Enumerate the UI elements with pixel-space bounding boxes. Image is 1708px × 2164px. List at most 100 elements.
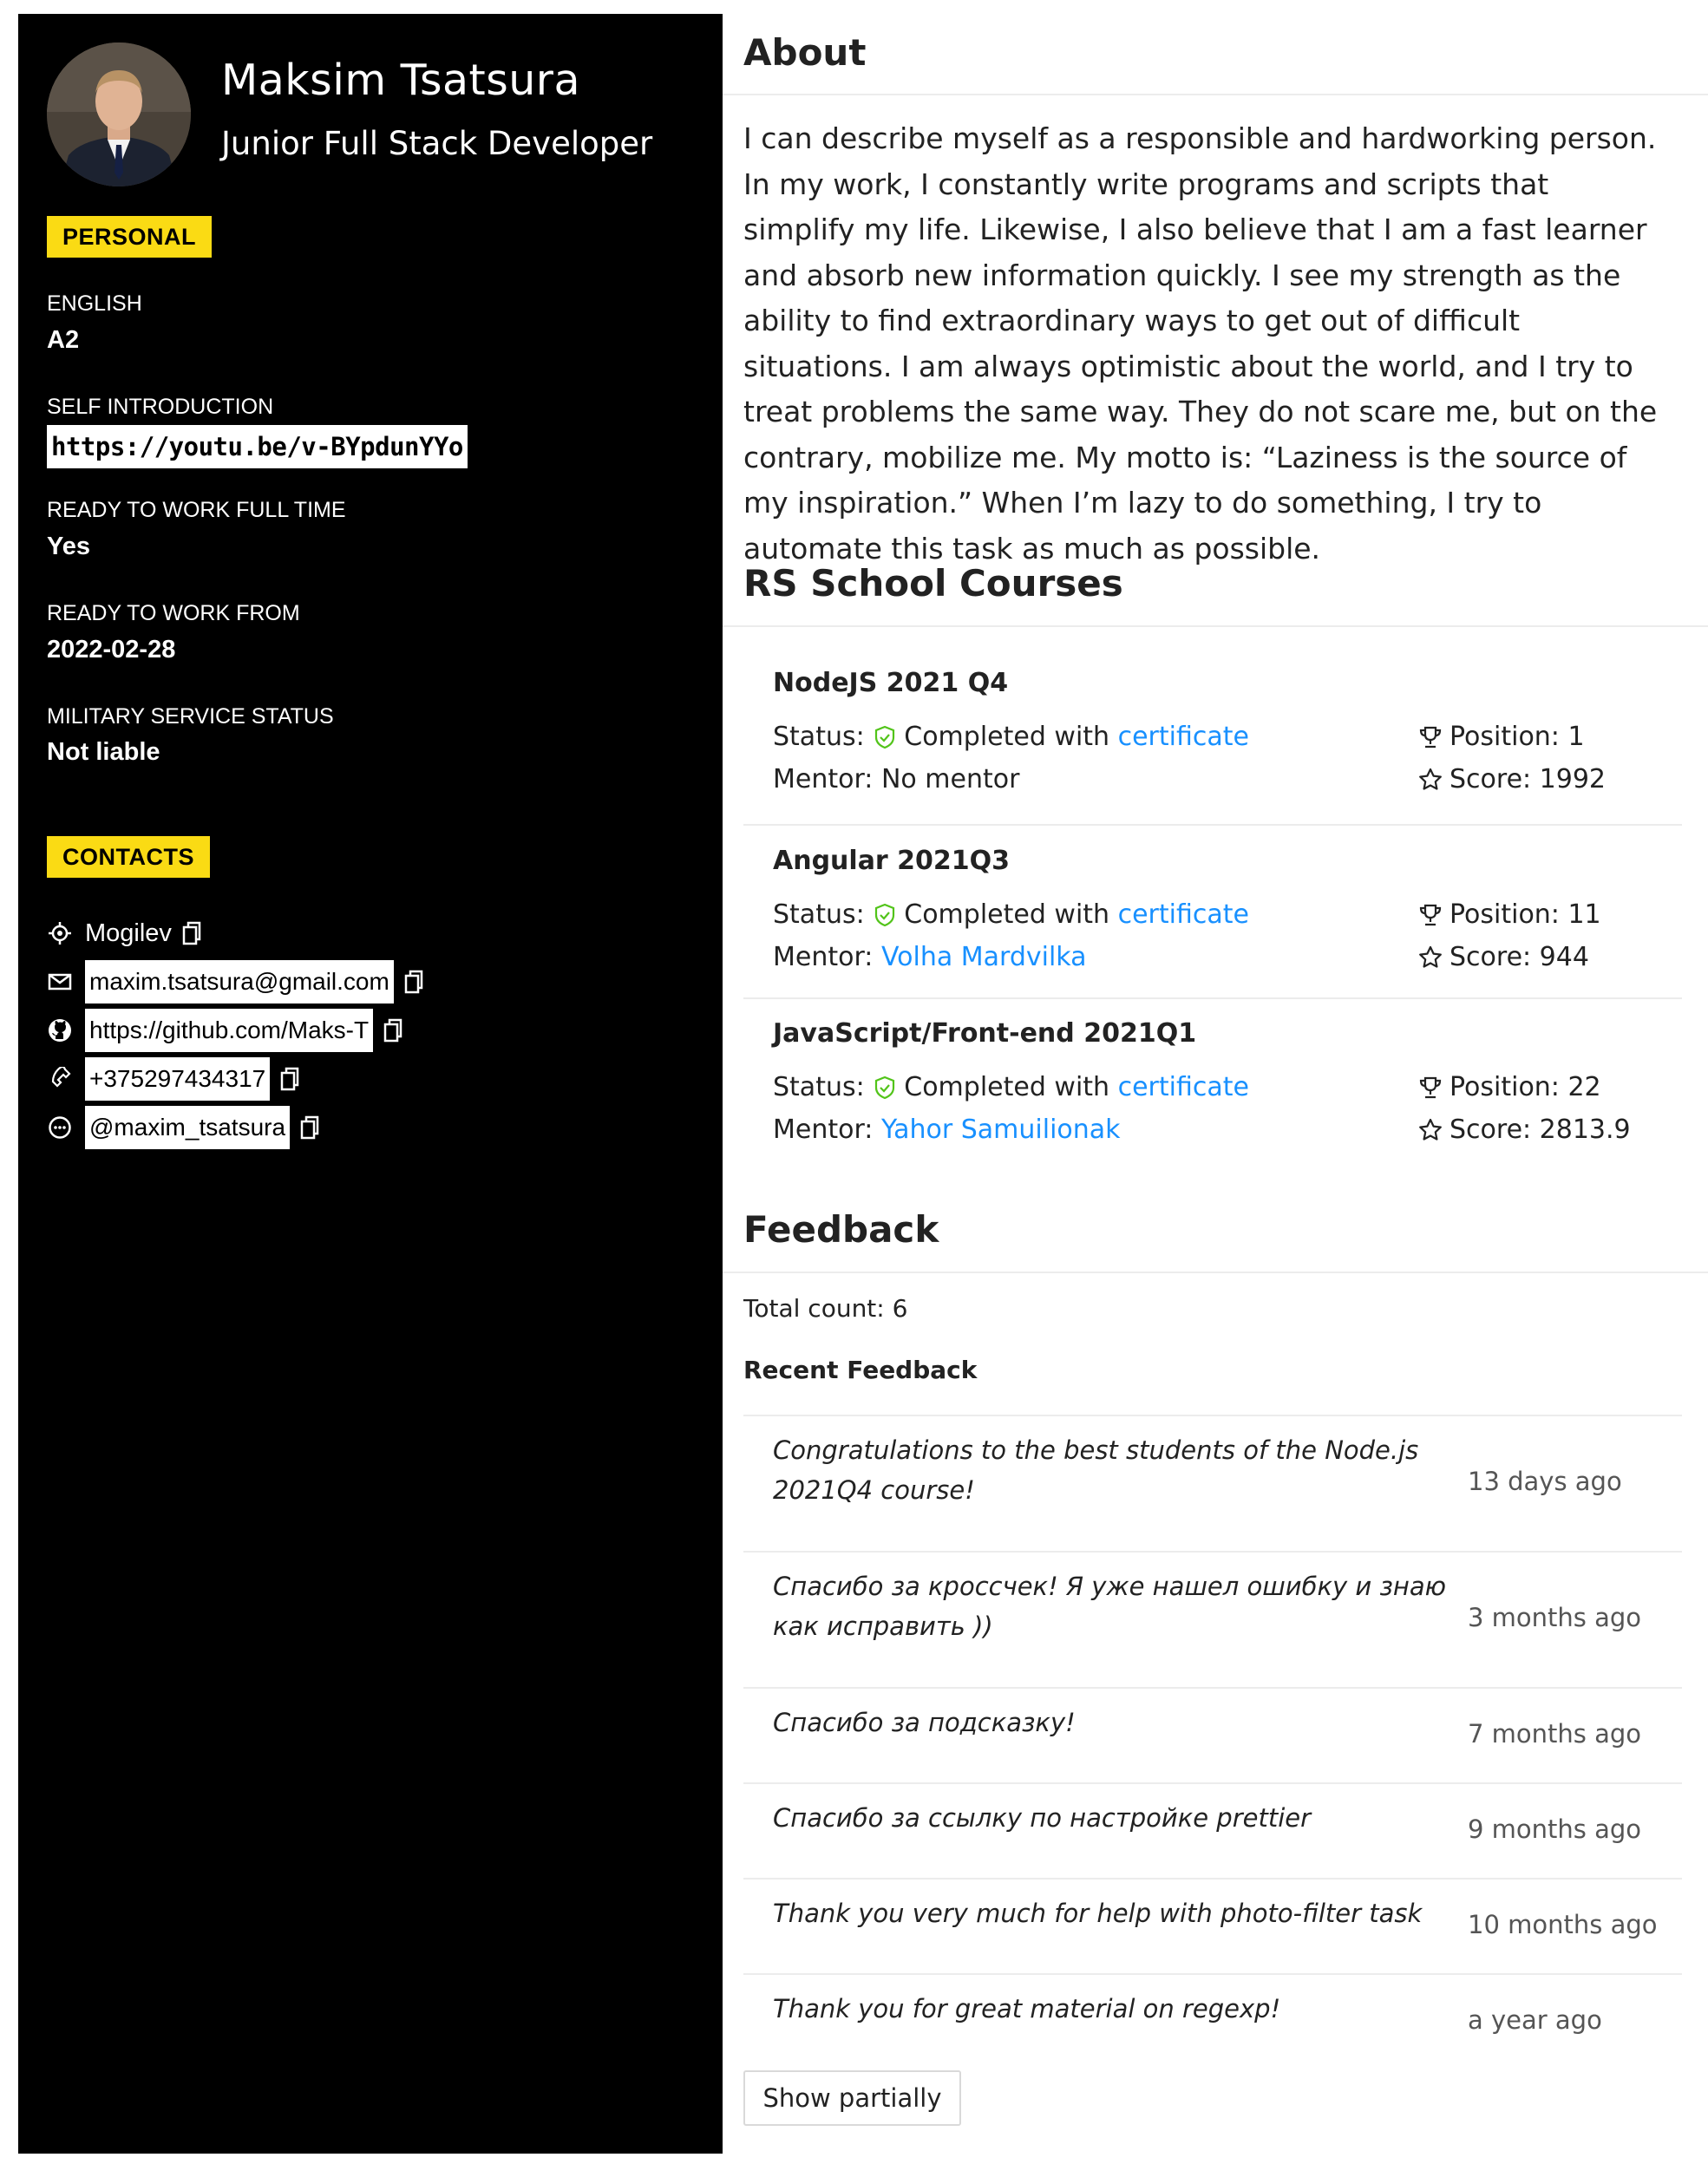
english-value: A2 [47, 326, 80, 354]
copy-icon[interactable] [182, 921, 201, 945]
ready-from-label: READY TO WORK FROM [47, 601, 300, 625]
course-position: Position: 22 [1418, 1072, 1601, 1102]
feedback-time: a year ago [1468, 2005, 1602, 2035]
status-label: Status: [773, 722, 865, 752]
show-partially-button[interactable]: Show partially [743, 2070, 961, 2126]
feedback-text: Спасибо за кроссчек! Я уже нашел ошибку … [773, 1572, 1447, 1641]
course-name: Angular 2021Q3 [773, 846, 1011, 876]
divider [723, 94, 1708, 95]
course-mentor: Mentor: Yahor Samuilionak [773, 1115, 1121, 1145]
personal-tag: PERSONAL [47, 216, 213, 258]
status-label: Status: [773, 1072, 865, 1102]
completed-text: Completed with [904, 899, 1110, 930]
contact-github: https://github.com/Maks-T [47, 1008, 402, 1053]
safety-check-icon [873, 725, 897, 749]
score-text: Score: 1992 [1450, 764, 1607, 794]
feedback-item: Спасибо за подсказку! 7 months ago [743, 1687, 1682, 1784]
certificate-link[interactable]: certificate [1118, 1072, 1249, 1102]
feedback-item: Спасибо за ссылку по настройке prettier … [743, 1782, 1682, 1880]
divider [743, 997, 1682, 999]
star-icon [1418, 1118, 1443, 1142]
courses-title: RS School Courses [743, 562, 1123, 605]
position-text: Position: 22 [1450, 1072, 1601, 1102]
feedback-title: Feedback [743, 1208, 939, 1251]
profile-sidebar: Maksim Tsatsura Junior Full Stack Develo… [18, 14, 723, 2154]
github-icon [47, 1017, 73, 1043]
safety-check-icon [873, 903, 897, 927]
trophy-icon [1418, 903, 1443, 927]
mentor-link[interactable]: Yahor Samuilionak [881, 1115, 1121, 1145]
english-label: ENGLISH [47, 291, 142, 316]
course-status: Status: Completed with certificate [773, 1072, 1249, 1102]
feedback-item: Congratulations to the best students of … [743, 1415, 1682, 1553]
telegram-link[interactable]: @maxim_tsatsura [85, 1106, 291, 1149]
trophy-icon [1418, 725, 1443, 749]
avatar-photo [47, 42, 191, 186]
star-icon [1418, 945, 1443, 970]
profile-page: Maksim Tsatsura Junior Full Stack Develo… [0, 0, 1708, 2164]
divider [723, 1272, 1708, 1273]
course-name: JavaScript/Front-end 2021Q1 [773, 1018, 1197, 1049]
copy-icon[interactable] [280, 1067, 299, 1091]
star-icon [1418, 768, 1443, 792]
position-text: Position: 11 [1450, 899, 1601, 930]
completed-text: Completed with [904, 1072, 1110, 1102]
mail-icon [47, 969, 73, 995]
status-label: Status: [773, 899, 865, 930]
feedback-text: Thank you very much for help with photo-… [773, 1899, 1423, 1928]
feedback-time: 10 months ago [1468, 1910, 1658, 1939]
course-name: NodeJS 2021 Q4 [773, 668, 1009, 698]
location-icon [47, 920, 73, 946]
course-status: Status: Completed with certificate [773, 722, 1249, 752]
feedback-text: Спасибо за подсказку! [773, 1708, 1076, 1737]
mentor-label: Mentor: [773, 764, 874, 794]
ready-from-value: 2022-02-28 [47, 636, 176, 664]
copy-icon[interactable] [404, 970, 423, 994]
about-title: About [743, 31, 867, 74]
trophy-icon [1418, 1075, 1443, 1100]
message-icon [47, 1115, 73, 1141]
course-position: Position: 11 [1418, 899, 1601, 930]
position-text: Position: 1 [1450, 722, 1585, 752]
self-introduction-link[interactable]: https://youtu.be/v-BYpdunYYo [47, 425, 468, 468]
mentor-label: Mentor: [773, 1115, 874, 1145]
self-introduction-label: SELF INTRODUCTION [47, 395, 274, 419]
phone-link[interactable]: +375297434317 [85, 1057, 271, 1101]
github-link[interactable]: https://github.com/Maks-T [85, 1009, 374, 1052]
mentor-link[interactable]: Volha Mardvilka [881, 942, 1087, 972]
certificate-link[interactable]: certificate [1118, 899, 1249, 930]
mentor-label: Mentor: [773, 942, 874, 972]
military-status-label: MILITARY SERVICE STATUS [47, 704, 334, 729]
feedback-total-count: Total count: 6 [743, 1294, 908, 1323]
recent-feedback-label: Recent Feedback [743, 1356, 978, 1384]
score-text: Score: 944 [1450, 942, 1589, 972]
contacts-tag: CONTACTS [47, 836, 210, 878]
contact-phone: +375297434317 [47, 1056, 299, 1102]
divider [743, 824, 1682, 826]
divider [723, 625, 1708, 627]
course-score: Score: 944 [1418, 942, 1589, 972]
email-link[interactable]: maxim.tsatsura@gmail.com [85, 960, 394, 1004]
feedback-item: Спасибо за кроссчек! Я уже нашел ошибку … [743, 1551, 1682, 1689]
feedback-text: Thank you for great material on regexp! [773, 1994, 1281, 2023]
safety-check-icon [873, 1075, 897, 1100]
copy-icon[interactable] [383, 1018, 402, 1043]
course-item: NodeJS 2021 Q4 Status: Completed with ce… [743, 659, 1682, 826]
contact-location: Mogilev [47, 911, 201, 956]
feedback-text: Congratulations to the best students of … [773, 1435, 1419, 1505]
profile-role: Junior Full Stack Developer [221, 125, 653, 162]
feedback-item: Thank you for great material on regexp! … [743, 1973, 1682, 2062]
ready-full-time-label: READY TO WORK FULL TIME [47, 498, 346, 522]
course-position: Position: 1 [1418, 722, 1585, 752]
copy-icon[interactable] [300, 1115, 319, 1140]
course-item: Angular 2021Q3 Status: Completed with ce… [743, 837, 1682, 1004]
feedback-text: Спасибо за ссылку по настройке prettier [773, 1803, 1312, 1833]
course-score: Score: 1992 [1418, 764, 1606, 794]
military-status-value: Not liable [47, 738, 160, 766]
location-text: Mogilev [85, 919, 172, 947]
course-mentor: Mentor: No mentor [773, 764, 1019, 794]
course-status: Status: Completed with certificate [773, 899, 1249, 930]
ready-full-time-value: Yes [47, 533, 90, 560]
certificate-link[interactable]: certificate [1118, 722, 1249, 752]
course-item: JavaScript/Front-end 2021Q1 Status: Comp… [743, 1010, 1682, 1176]
